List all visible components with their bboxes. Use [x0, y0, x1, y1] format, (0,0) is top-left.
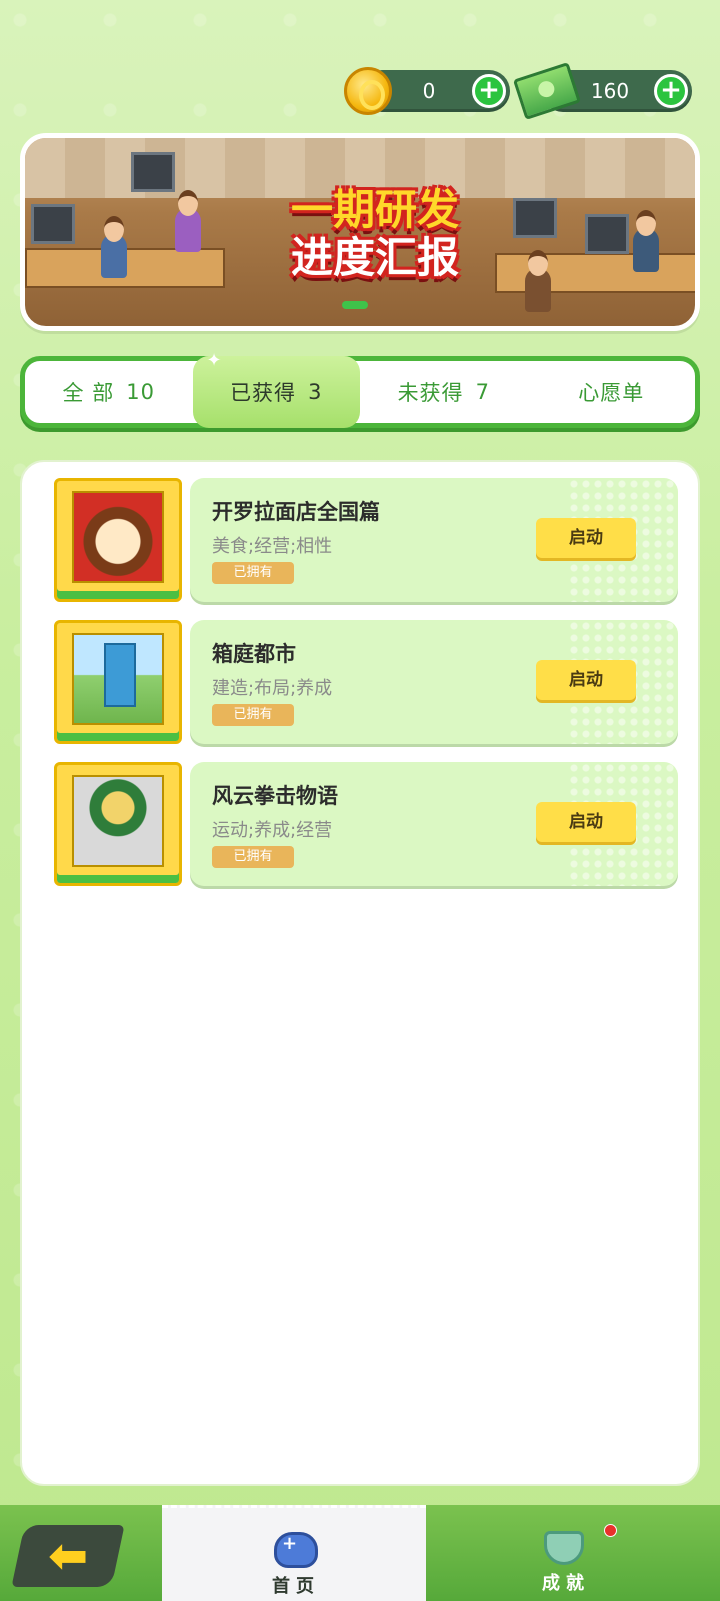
- ramen-cartridge-icon: [54, 478, 182, 602]
- game-list-item[interactable]: 开罗拉面店全国篇 美食;经营;相性 已拥有 启动: [54, 478, 678, 606]
- launch-button[interactable]: 启动: [536, 802, 636, 842]
- banner-person: [633, 210, 659, 272]
- tab-owned-count: 3: [308, 380, 323, 404]
- tab-all-label: 全 部: [62, 381, 115, 405]
- boxing-art: [72, 775, 164, 867]
- add-cash-button[interactable]: +: [654, 74, 688, 108]
- tab-all[interactable]: 全 部 10: [25, 361, 193, 423]
- launch-button[interactable]: 启动: [536, 518, 636, 558]
- notification-dot: [604, 1524, 617, 1537]
- game-card: 风云拳击物语 运动;养成;经营 已拥有 启动: [190, 762, 678, 886]
- game-title: 开罗拉面店全国篇: [212, 500, 380, 524]
- banner-person: [525, 250, 551, 312]
- banner-title-line2: 进度汇报: [290, 233, 459, 282]
- add-coin-button[interactable]: +: [472, 74, 506, 108]
- coin-icon: [344, 67, 392, 115]
- trophy-icon: [544, 1531, 584, 1565]
- owned-badge: 已拥有: [212, 562, 294, 584]
- game-tags: 美食;经营;相性: [212, 536, 333, 557]
- tab-not-owned-label: 未获得: [397, 381, 464, 405]
- banner-person: [175, 190, 201, 252]
- nav-achievements-label: 成就: [542, 1573, 590, 1594]
- ramen-art: [72, 491, 164, 583]
- tab-not-owned-count: 7: [475, 380, 490, 404]
- nav-home-tab[interactable]: 首页: [162, 1505, 426, 1601]
- tab-not-owned[interactable]: 未获得 7: [360, 361, 528, 423]
- owned-badge: 已拥有: [212, 704, 294, 726]
- tab-owned[interactable]: 已获得 3: [192, 350, 360, 428]
- banner-pager-dot: [342, 301, 368, 309]
- city-art: [72, 633, 164, 725]
- tab-wishlist[interactable]: 心愿单: [528, 361, 696, 423]
- game-title: 风云拳击物语: [212, 784, 338, 808]
- game-title: 箱庭都市: [212, 642, 296, 666]
- banner-monitor: [585, 214, 629, 254]
- game-list-item[interactable]: 风云拳击物语 运动;养成;经营 已拥有 启动: [54, 762, 678, 890]
- owned-badge: 已拥有: [212, 846, 294, 868]
- bottom-nav: ⬅ 首页 成就: [0, 1505, 720, 1601]
- banner-monitor: [31, 204, 75, 244]
- banner-person: [101, 216, 127, 278]
- game-tags: 运动;养成;经营: [212, 820, 333, 841]
- launch-button[interactable]: 启动: [536, 660, 636, 700]
- banner-monitor: [131, 152, 175, 192]
- tab-owned-label: 已获得: [230, 381, 297, 405]
- nav-achievements-tab[interactable]: 成就: [520, 1505, 612, 1601]
- filter-tabs: 全 部 10 已获得 3 未获得 7 心愿单: [20, 350, 700, 428]
- banner-title: 一期研发 进度汇报: [265, 186, 485, 282]
- game-tags: 建造;布局;养成: [212, 678, 333, 699]
- gamepad-icon: [274, 1532, 318, 1568]
- game-card: 箱庭都市 建造;布局;养成 已拥有 启动: [190, 620, 678, 744]
- nav-home-label: 首页: [272, 1576, 320, 1597]
- back-button[interactable]: ⬅: [11, 1525, 125, 1587]
- tab-wishlist-label: 心愿单: [578, 381, 645, 405]
- event-banner[interactable]: 一期研发 进度汇报: [20, 133, 700, 331]
- tab-all-count: 10: [126, 380, 155, 404]
- game-card: 开罗拉面店全国篇 美食;经营;相性 已拥有 启动: [190, 478, 678, 602]
- boxing-cartridge-icon: [54, 762, 182, 886]
- banner-monitor: [513, 198, 557, 238]
- banner-title-line1: 一期研发: [290, 185, 459, 234]
- back-arrow-icon: ⬅: [47, 1528, 89, 1584]
- game-list-item[interactable]: 箱庭都市 建造;布局;养成 已拥有 启动: [54, 620, 678, 748]
- city-cartridge-icon: [54, 620, 182, 744]
- game-list-panel: 开罗拉面店全国篇 美食;经营;相性 已拥有 启动 箱庭都市 建造;布局;养成 已…: [20, 460, 700, 1486]
